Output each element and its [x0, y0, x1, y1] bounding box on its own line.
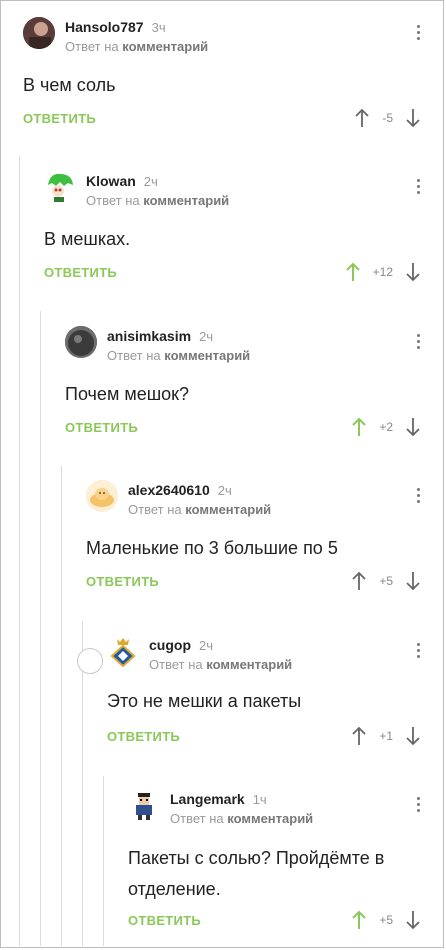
- avatar[interactable]: [44, 171, 76, 203]
- rating-value: +2: [379, 420, 393, 434]
- reply-button[interactable]: ОТВЕТИТЬ: [107, 729, 180, 744]
- comment-text: Маленькие по 3 большие по 5: [86, 538, 338, 558]
- menu-dots-icon[interactable]: [417, 488, 421, 506]
- comment-item: anisimkasim 2ч Ответ на комментарий Почем…: [65, 326, 443, 456]
- reply-to-label: Ответ на комментарий: [149, 657, 293, 672]
- downvote-arrow-icon[interactable]: [405, 417, 421, 437]
- upvote-arrow-icon[interactable]: [354, 108, 370, 128]
- upvote-arrow-icon[interactable]: [345, 262, 361, 282]
- comment-item: Klowan 2ч Ответ на комментарий В мешках. …: [44, 171, 443, 301]
- comment-text: В мешках.: [44, 229, 131, 249]
- reply-to-link[interactable]: комментарий: [206, 657, 292, 672]
- reply-to-link[interactable]: комментарий: [122, 39, 208, 54]
- comment-item: alex2640610 2ч Ответ на комментарий Мален…: [86, 480, 443, 610]
- downvote-arrow-icon[interactable]: [405, 262, 421, 282]
- selection-radio[interactable]: [77, 648, 103, 674]
- reply-to-label: Ответ на комментарий: [128, 502, 272, 517]
- comment-text: В чем соль: [23, 75, 116, 95]
- rating-value: +5: [379, 913, 393, 927]
- vote-controls: +2: [351, 416, 421, 438]
- username[interactable]: anisimkasim 2ч: [107, 328, 213, 344]
- upvote-arrow-icon[interactable]: [351, 910, 367, 930]
- comment-thread: Hansolo787 3ч Ответ на комментарий В чем …: [0, 0, 444, 948]
- downvote-arrow-icon[interactable]: [405, 108, 421, 128]
- rating-value: +1: [379, 729, 393, 743]
- timestamp: 2ч: [199, 638, 214, 653]
- username[interactable]: Langemark 1ч: [170, 791, 267, 807]
- vote-controls: +1: [351, 725, 421, 747]
- reply-button[interactable]: ОТВЕТИТЬ: [86, 574, 159, 589]
- reply-to-link[interactable]: комментарий: [143, 193, 229, 208]
- rating-value: -5: [382, 111, 393, 125]
- avatar[interactable]: [128, 789, 160, 821]
- thread-line: [103, 776, 104, 946]
- reply-to-link[interactable]: комментарий: [164, 348, 250, 363]
- downvote-arrow-icon[interactable]: [405, 571, 421, 591]
- reply-button[interactable]: ОТВЕТИТЬ: [44, 265, 117, 280]
- comment-item: cugop 2ч Ответ на комментарий Это не мешк…: [107, 635, 443, 765]
- rating-value: +12: [372, 265, 393, 279]
- downvote-arrow-icon[interactable]: [405, 726, 421, 746]
- menu-dots-icon[interactable]: [417, 643, 421, 661]
- reply-to-label: Ответ на комментарий: [86, 193, 230, 208]
- timestamp: 1ч: [252, 792, 267, 807]
- comment-text: Почем мешок?: [65, 384, 190, 404]
- comment-item: Hansolo787 3ч Ответ на комментарий В чем …: [23, 17, 443, 147]
- username[interactable]: alex2640610 2ч: [128, 482, 232, 498]
- reply-to-link[interactable]: комментарий: [185, 502, 271, 517]
- reply-to-label: Ответ на комментарий: [65, 39, 209, 54]
- timestamp: 2ч: [199, 329, 214, 344]
- timestamp: 3ч: [151, 20, 166, 35]
- thread-line: [40, 311, 41, 946]
- downvote-arrow-icon[interactable]: [405, 910, 421, 930]
- menu-dots-icon[interactable]: [417, 334, 421, 352]
- avatar[interactable]: [65, 326, 97, 358]
- username[interactable]: Klowan 2ч: [86, 173, 158, 189]
- menu-dots-icon[interactable]: [417, 797, 421, 815]
- upvote-arrow-icon[interactable]: [351, 417, 367, 437]
- rating-value: +5: [379, 574, 393, 588]
- reply-button[interactable]: ОТВЕТИТЬ: [128, 913, 201, 928]
- thread-line: [61, 466, 62, 946]
- reply-button[interactable]: ОТВЕТИТЬ: [65, 420, 138, 435]
- menu-dots-icon[interactable]: [417, 179, 421, 197]
- vote-controls: +12: [345, 261, 421, 283]
- comment-text: Это не мешки а пакеты: [107, 691, 302, 711]
- comment-item: Langemark 1ч Ответ на комментарий Пакеты …: [128, 789, 443, 939]
- upvote-arrow-icon[interactable]: [351, 726, 367, 746]
- username[interactable]: Hansolo787 3ч: [65, 19, 166, 35]
- username[interactable]: cugop 2ч: [149, 637, 213, 653]
- vote-controls: +5: [351, 909, 421, 931]
- reply-to-link[interactable]: комментарий: [227, 811, 313, 826]
- avatar[interactable]: [23, 17, 55, 49]
- reply-button[interactable]: ОТВЕТИТЬ: [23, 111, 96, 126]
- reply-to-label: Ответ на комментарий: [170, 811, 314, 826]
- timestamp: 2ч: [143, 174, 158, 189]
- upvote-arrow-icon[interactable]: [351, 571, 367, 591]
- menu-dots-icon[interactable]: [417, 25, 421, 43]
- avatar[interactable]: [107, 635, 139, 667]
- comment-text: Пакеты с солью? Пройдёмте в отделение.: [128, 848, 385, 899]
- reply-to-label: Ответ на комментарий: [107, 348, 251, 363]
- vote-controls: +5: [351, 570, 421, 592]
- vote-controls: -5: [354, 107, 421, 129]
- timestamp: 2ч: [217, 483, 232, 498]
- avatar[interactable]: [86, 480, 118, 512]
- thread-line: [19, 156, 20, 946]
